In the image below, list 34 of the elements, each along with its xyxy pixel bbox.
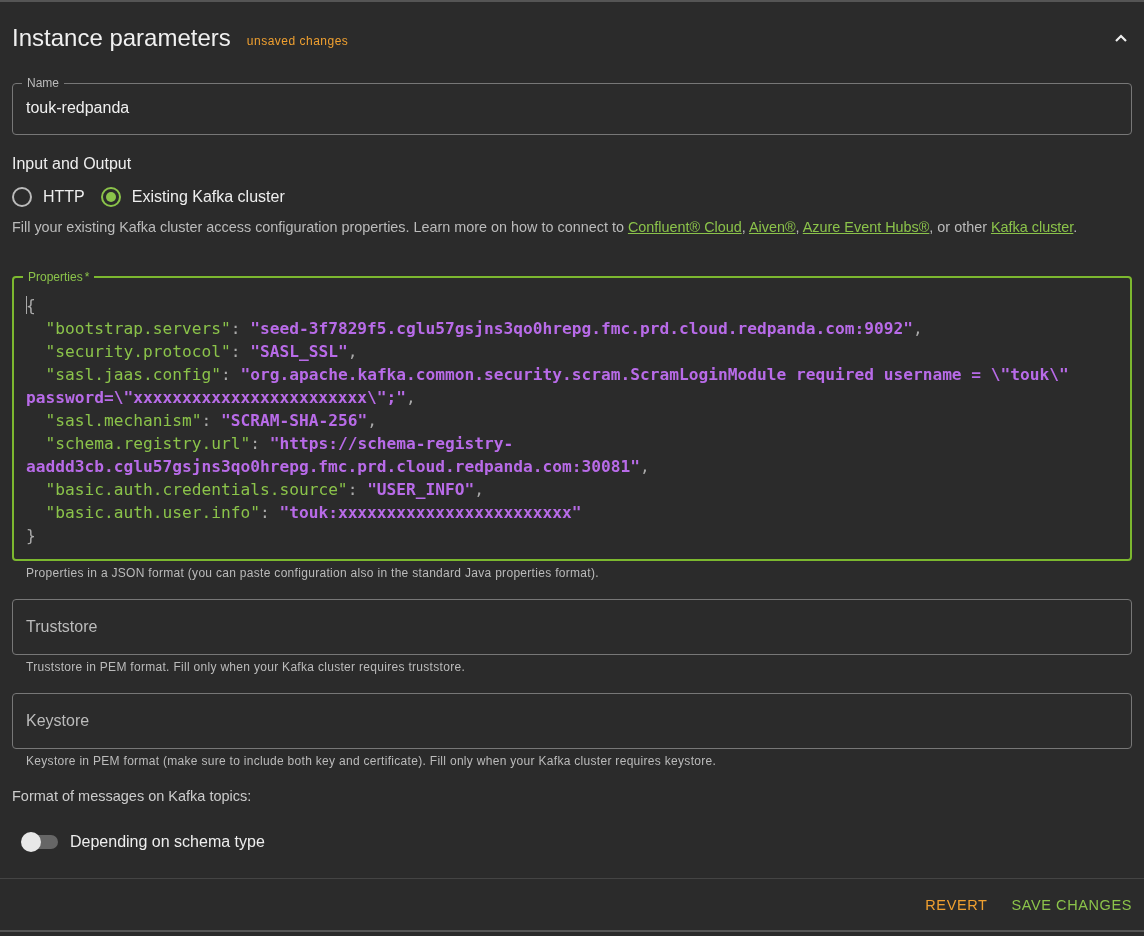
code-line: "sasl.mechanism": "SCRAM-SHA-256", bbox=[44, 410, 378, 432]
code-line: } bbox=[26, 525, 37, 547]
helper-text: Truststore in PEM format. Fill only when your Kafka cluster requires truststore. bbox=[26, 660, 467, 674]
helper-text: Properties in a JSON format (you can paste configuration also in the standard Java properties format). bbox=[26, 566, 600, 580]
code-line: { bbox=[26, 295, 37, 317]
link[interactable]: Kafka cluster bbox=[990, 219, 1074, 235]
section-heading: Format of messages on Kafka topics: bbox=[12, 788, 253, 804]
code-line: "bootstrap.servers": "seed-3f7829f5.cglu57gsjns3qo0hrepg.fmc.prd.cloud.redpanda.com:9092", bbox=[44, 318, 924, 340]
link[interactable]: Confluent® Cloud bbox=[627, 219, 742, 235]
description-text: Fill your existing Kafka cluster access configuration properties. Learn more on how to connect to Confluent® Cloud, Aiven®, Azure Event Hubs®, or other Kafka cluster. bbox=[12, 219, 1079, 235]
radio-button[interactable] bbox=[100, 187, 121, 207]
section-heading: Input and Output bbox=[12, 155, 133, 173]
radio-label[interactable]: Existing Kafka cluster bbox=[131, 188, 285, 206]
save-button[interactable]: SAVE CHANGES bbox=[1003, 889, 1132, 921]
code-line: aaddd3cb.cglu57gsjns3qo0hrepg.fmc.prd.cloud.redpanda.com:30081", bbox=[26, 456, 651, 478]
name-field[interactable]: Name touk-redpanda bbox=[12, 76, 1132, 135]
code-line: password=\"xxxxxxxxxxxxxxxxxxxxxxxx\";", bbox=[26, 387, 417, 409]
code-line: "sasl.jaas.config": "org.apache.kafka.common.security.scram.ScramLoginModule required username = \"touk\" bbox=[44, 364, 1070, 386]
switch-label: Depending on schema type bbox=[70, 833, 265, 851]
revert-button[interactable]: REVERT bbox=[917, 889, 996, 921]
panel-title: Instance parameters bbox=[12, 24, 231, 52]
toggle-switch[interactable] bbox=[22, 835, 58, 849]
code-line: "security.protocol": "SASL_SSL", bbox=[44, 341, 359, 363]
link[interactable]: Aiven® bbox=[748, 219, 796, 235]
unsaved-status: unsaved changes bbox=[246, 34, 349, 48]
properties-editor[interactable]: Properties * { "bootstrap.servers": "seed-3f7829f5.cglu57gsjns3qo0hrepg.fmc.prd.cloud.redpanda.com:9092", "security.protocol": "SASL_SSL", "sasl.jaas.config": "org.apache.kafka.common.security.scram.ScramLoginModule required username = \"touk\" password=\"xxxxxxxxxxxxxxxxxxxxxxxx\";", "sasl.mechanism": "SCRAM-SHA-256", "schema.registry.url": "https://schema-registry- aaddd3cb.cglu57gsjns3qo0hrepg.fmc.prd.cloud.redpanda.com:30081", "basic.auth.credentials.source": "USER_INFO", "basic.auth.user.info": "touk:xxxxxxxxxxxxxxxxxxxxxxxx" } bbox=[12, 270, 1132, 561]
code-line: "schema.registry.url": "https://schema-registry- bbox=[44, 433, 515, 455]
code-line: "basic.auth.user.info": "touk:xxxxxxxxxxxxxxxxxxxxxxxx" bbox=[44, 502, 583, 524]
helper-text: Keystore in PEM format (make sure to include both key and certificate). Fill only when your Kafka cluster requires keystore. bbox=[26, 754, 718, 768]
code-line: "basic.auth.credentials.source": "USER_INFO", bbox=[44, 479, 486, 501]
radio-button[interactable] bbox=[12, 187, 32, 207]
radio-label[interactable]: HTTP bbox=[43, 188, 85, 206]
text-field[interactable]: Keystore bbox=[12, 693, 1132, 749]
text-field[interactable]: Truststore bbox=[12, 599, 1132, 655]
